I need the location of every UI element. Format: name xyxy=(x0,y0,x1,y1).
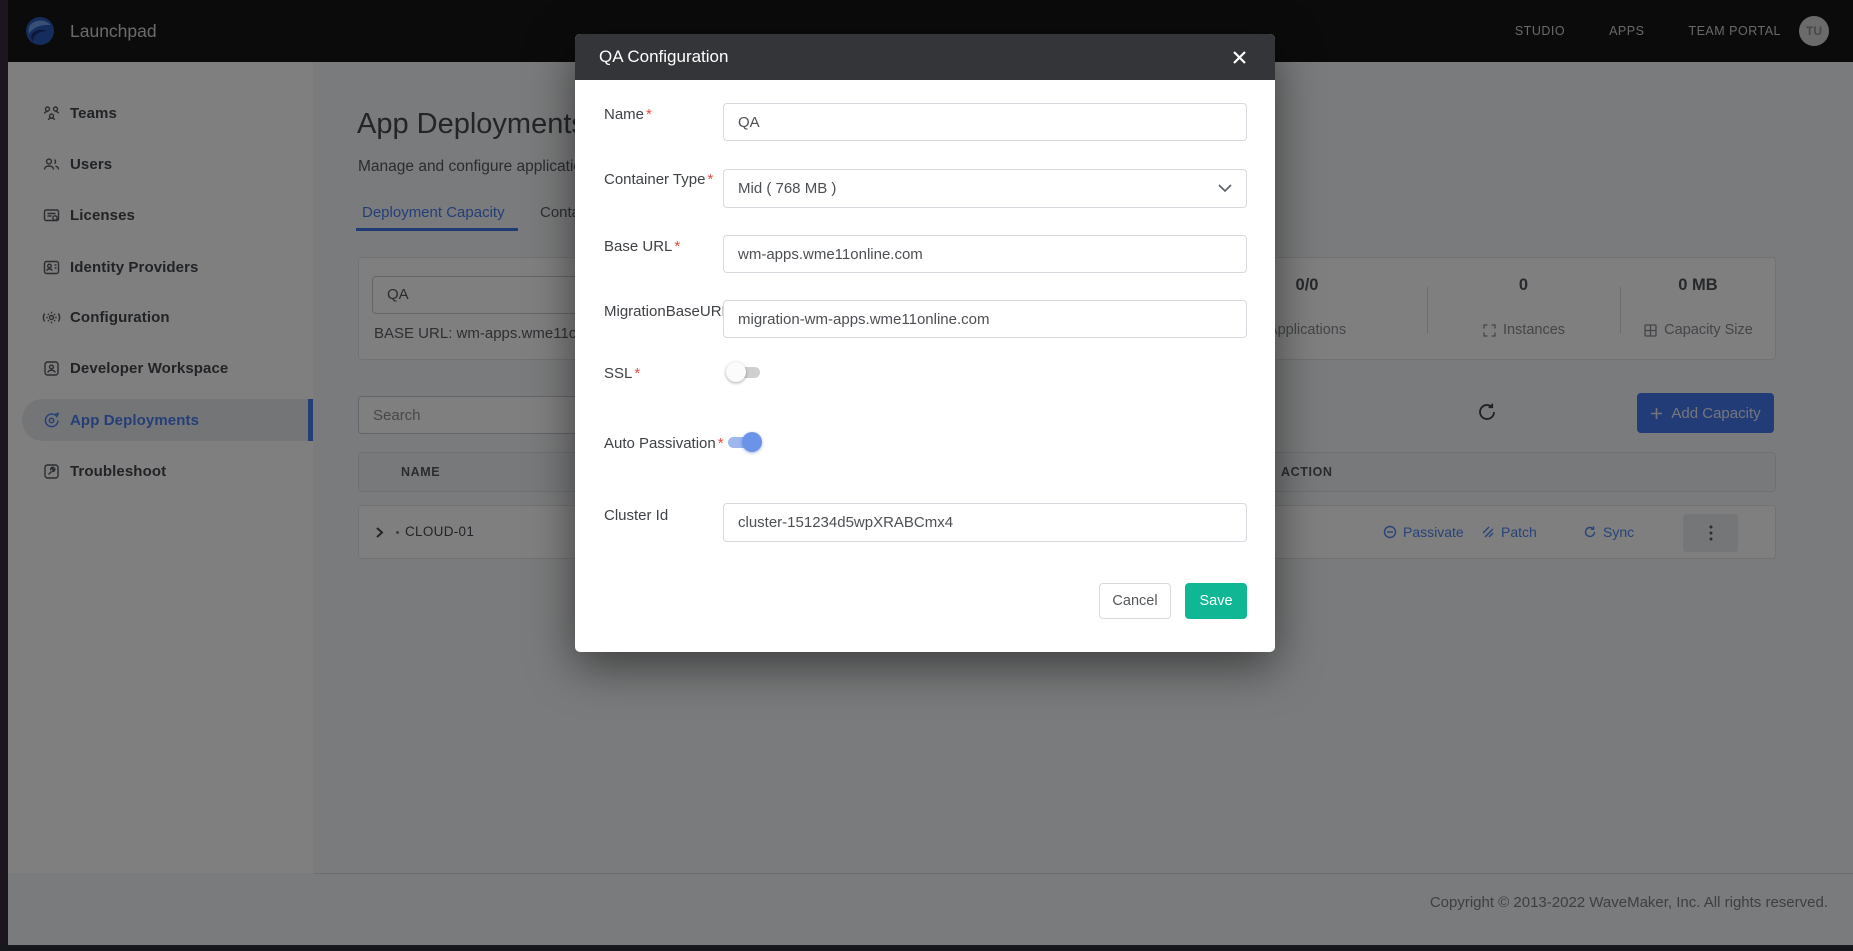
container-type-selected-value: Mid ( 768 MB ) xyxy=(738,180,836,197)
required-asterisk: * xyxy=(707,171,713,188)
toggle-thumb xyxy=(742,432,762,452)
migration-base-url-field-label: MigrationBaseURL* xyxy=(604,303,738,320)
close-dialog-button[interactable] xyxy=(1228,46,1251,69)
migration-base-url-field[interactable] xyxy=(723,300,1247,338)
qa-configuration-dialog: QA Configuration Name* Container Type* M… xyxy=(575,34,1275,652)
required-asterisk: * xyxy=(646,106,652,123)
dialog-title: QA Configuration xyxy=(599,47,728,67)
cluster-id-field-label: Cluster Id xyxy=(604,507,668,524)
required-asterisk: * xyxy=(674,238,680,255)
auto-passivation-toggle[interactable] xyxy=(726,432,762,452)
name-field-label: Name* xyxy=(604,106,652,123)
base-url-field[interactable] xyxy=(723,235,1247,273)
application-window: Launchpad STUDIO APPS TEAM PORTAL TU Tea… xyxy=(0,0,1853,951)
dialog-header: QA Configuration xyxy=(575,34,1275,80)
container-type-select[interactable]: Mid ( 768 MB ) xyxy=(723,169,1247,208)
cancel-button[interactable]: Cancel xyxy=(1099,583,1171,619)
name-field[interactable] xyxy=(723,103,1247,141)
required-asterisk: * xyxy=(634,365,640,382)
save-button[interactable]: Save xyxy=(1185,583,1247,619)
required-asterisk: * xyxy=(718,435,724,452)
cluster-id-field[interactable] xyxy=(723,503,1247,542)
ssl-toggle[interactable] xyxy=(726,362,762,382)
ssl-field-label: SSL* xyxy=(604,365,640,382)
toggle-thumb xyxy=(726,362,746,382)
container-type-field-label: Container Type* xyxy=(604,171,713,188)
close-icon xyxy=(1232,50,1247,65)
base-url-field-label: Base URL* xyxy=(604,238,680,255)
auto-passivation-field-label: Auto Passivation* xyxy=(604,435,724,452)
chevron-down-icon xyxy=(1218,184,1232,193)
